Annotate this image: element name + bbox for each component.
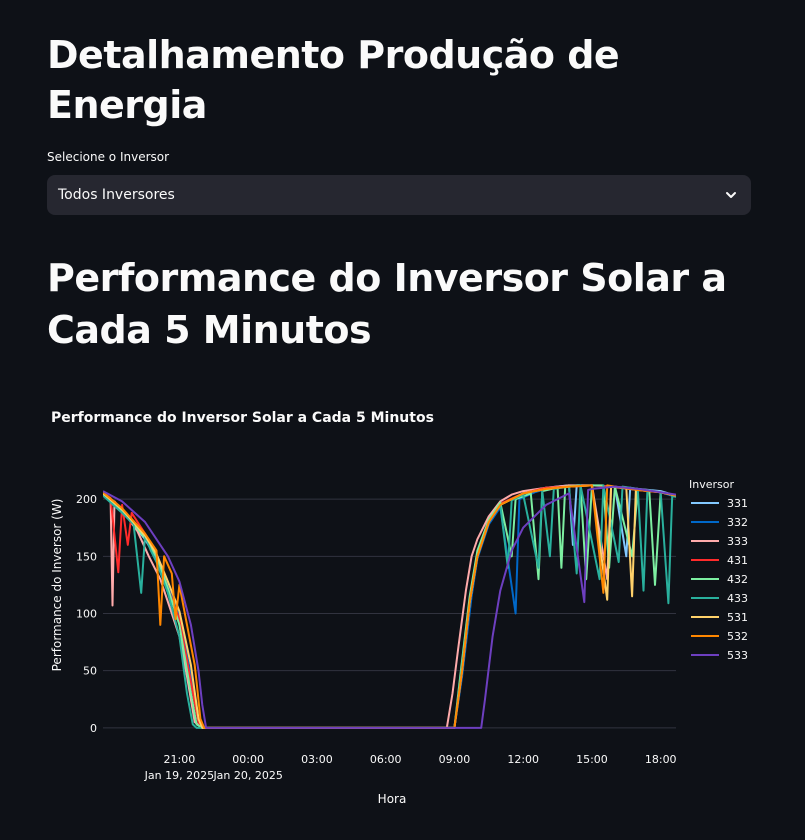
chart-title: Performance do Inversor Solar a Cada 5 M… — [51, 410, 434, 426]
chevron-down-icon — [726, 192, 736, 198]
performance-chart: Performance do Inversor Solar a Cada 5 M… — [50, 410, 748, 806]
x-tick-label: 03:00 — [301, 753, 333, 766]
legend-label-533: 533 — [727, 649, 748, 662]
chart-series — [103, 484, 676, 729]
legend-label-432: 432 — [727, 573, 748, 586]
y-tick-label: 150 — [76, 550, 97, 563]
x-tick-label: 06:00 — [370, 753, 402, 766]
x-tick-sublabel: Jan 19, 2025 — [144, 769, 214, 782]
legend-title: Inversor — [689, 478, 734, 491]
legend-label-331: 331 — [727, 497, 748, 510]
y-axis-ticks: 0 50 100 150 200 — [76, 493, 97, 735]
y-tick-label: 0 — [90, 722, 97, 735]
page-title: Detalhamento Produção de Energia — [47, 33, 620, 127]
select-label: Selecione o Inversor — [47, 150, 170, 164]
chart-legend: 331 332 333 431 432 433 531 532 533 — [691, 497, 748, 662]
x-tick-label: 18:00 — [645, 753, 677, 766]
section-title: Performance do Inversor Solar a Cada 5 M… — [47, 256, 727, 352]
legend-label-332: 332 — [727, 516, 748, 529]
inverter-select-value: Todos Inversores — [58, 187, 175, 203]
y-axis-label: Performance do Inversor (W) — [50, 499, 64, 672]
x-tick-label: 21:00 — [164, 753, 196, 766]
legend-label-531: 531 — [727, 611, 748, 624]
x-tick-sublabel: Jan 20, 2025 — [212, 769, 282, 782]
y-tick-label: 50 — [83, 665, 97, 678]
inverter-select[interactable]: Todos Inversores — [47, 175, 751, 215]
x-axis-ticks: 21:00 Jan 19, 2025 00:00 Jan 20, 2025 03:00 0… — [144, 753, 677, 782]
y-tick-label: 200 — [76, 493, 97, 506]
x-tick-label: 00:00 — [232, 753, 264, 766]
y-tick-label: 100 — [76, 608, 97, 621]
x-axis-label: Hora — [378, 792, 407, 806]
x-tick-label: 15:00 — [576, 753, 608, 766]
legend-label-431: 431 — [727, 554, 748, 567]
legend-label-532: 532 — [727, 630, 748, 643]
legend-label-433: 433 — [727, 592, 748, 605]
x-tick-label: 12:00 — [507, 753, 539, 766]
x-tick-label: 09:00 — [439, 753, 471, 766]
legend-label-333: 333 — [727, 535, 748, 548]
